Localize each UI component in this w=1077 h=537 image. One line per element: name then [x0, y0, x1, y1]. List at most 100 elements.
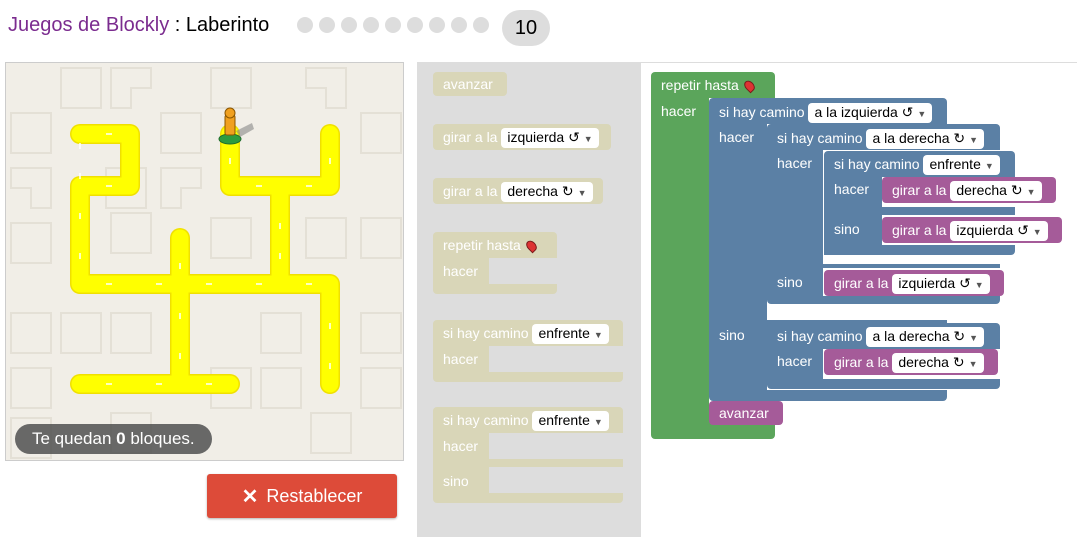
- sino-label: sino: [719, 327, 745, 343]
- path-dropdown[interactable]: enfrente ▼: [923, 155, 1000, 175]
- level-dot[interactable]: [385, 17, 401, 33]
- maze-drawing: [10, 67, 402, 459]
- dropdown-value: enfrente: [538, 325, 590, 341]
- caption-suffix: bloques.: [130, 429, 195, 448]
- toolbox-girar-derecha-block[interactable]: girar a la derecha ↻ ▼: [433, 178, 603, 204]
- block-label: si hay camino: [443, 325, 529, 341]
- dropdown-value: izquierda ↺: [507, 129, 580, 145]
- direction-dropdown[interactable]: izquierda ↺ ▼: [892, 274, 990, 294]
- dropdown-value: derecha ↻: [956, 182, 1023, 198]
- level-dot[interactable]: [407, 17, 423, 33]
- level-dot[interactable]: [319, 17, 335, 33]
- chevron-down-icon: ▼: [969, 333, 979, 343]
- hacer-label: hacer: [443, 263, 479, 279]
- chevron-down-icon: ▼: [969, 135, 979, 145]
- level-dot[interactable]: [473, 17, 489, 33]
- direction-dropdown[interactable]: derecha ↻ ▼: [892, 353, 984, 373]
- girar-label: girar a la: [834, 275, 889, 291]
- sino-label: sino: [777, 274, 803, 290]
- chevron-down-icon: ▼: [968, 359, 978, 369]
- hacer-label: hacer: [443, 438, 479, 454]
- dropdown-value: a la derecha ↻: [872, 130, 966, 146]
- level-dot[interactable]: [363, 17, 379, 33]
- girar-derecha-block[interactable]: girar a la derecha ↻ ▼: [882, 177, 1056, 203]
- hacer-label: hacer: [719, 129, 755, 145]
- chevron-down-icon: ▼: [1032, 227, 1042, 237]
- girar-derecha-block[interactable]: girar a la derecha ↻ ▼: [824, 349, 998, 375]
- level-dot[interactable]: [429, 17, 445, 33]
- level-dot[interactable]: [297, 17, 313, 33]
- remaining-blocks-caption: Te quedan 0 bloques.: [15, 424, 212, 454]
- direction-dropdown[interactable]: derecha ↻ ▼: [501, 182, 593, 202]
- dropdown-value: izquierda ↺: [956, 222, 1029, 238]
- block-label: girar a la: [443, 183, 498, 199]
- toolbox-si-block[interactable]: si hay camino enfrente ▼ hacer: [433, 320, 623, 382]
- hacer-label: hacer: [777, 353, 813, 369]
- chevron-down-icon: ▼: [583, 134, 593, 144]
- path-dropdown[interactable]: a la derecha ↻ ▼: [866, 129, 985, 149]
- reset-button[interactable]: ✕ Restablecer: [207, 474, 397, 518]
- block-label: girar a la: [443, 129, 498, 145]
- direction-dropdown[interactable]: derecha ↻ ▼: [950, 181, 1042, 201]
- page-heading: Juegos de Blockly : Laberinto: [8, 14, 269, 37]
- direction-dropdown[interactable]: izquierda ↺ ▼: [501, 128, 599, 148]
- sino-label: sino: [834, 221, 860, 237]
- hacer-label: hacer: [777, 155, 813, 171]
- toolbox-girar-izquierda-block[interactable]: girar a la izquierda ↺ ▼: [433, 124, 611, 150]
- toolbox: avanzar girar a la izquierda ↺ ▼ girar a …: [417, 62, 641, 537]
- hacer-label: hacer: [834, 181, 870, 197]
- chevron-down-icon: ▼: [593, 330, 603, 340]
- level-dots: [297, 17, 489, 33]
- dropdown-value: a la izquierda ↺: [814, 104, 914, 120]
- dropdown-value: enfrente: [538, 412, 590, 428]
- girar-label: girar a la: [892, 182, 947, 198]
- chevron-down-icon: ▼: [1026, 187, 1036, 197]
- level-dot[interactable]: [451, 17, 467, 33]
- si-label: si hay camino: [777, 130, 863, 146]
- chevron-down-icon: ▼: [577, 188, 587, 198]
- block-label: avanzar: [443, 76, 493, 92]
- hacer-label: hacer: [443, 351, 479, 367]
- dropdown-value: izquierda ↺: [898, 275, 971, 291]
- girar-label: girar a la: [892, 222, 947, 238]
- workspace: repetir hasta hacer si hay camino a la i…: [641, 63, 1077, 537]
- dropdown-value: derecha ↻: [507, 183, 574, 199]
- chevron-down-icon: ▼: [917, 109, 927, 119]
- girar-izquierda-block[interactable]: girar a la izquierda ↺ ▼: [882, 217, 1062, 243]
- caption-count: 0: [116, 429, 126, 448]
- caption-prefix: Te quedan: [32, 429, 112, 448]
- app-title-link[interactable]: Juegos de Blockly: [8, 14, 169, 36]
- toolbox-repetir-block[interactable]: repetir hasta hacer: [433, 232, 557, 294]
- toolbox-avanzar-block[interactable]: avanzar: [433, 72, 507, 96]
- direction-dropdown[interactable]: izquierda ↺ ▼: [950, 221, 1048, 241]
- page-title: Laberinto: [185, 14, 270, 36]
- avanzar-label: avanzar: [719, 405, 769, 421]
- title-separator: :: [174, 14, 181, 36]
- chevron-down-icon: ▼: [974, 280, 984, 290]
- dropdown-value: a la derecha ↻: [872, 328, 966, 344]
- si-label: si hay camino: [834, 156, 920, 172]
- hacer-label: hacer: [661, 103, 697, 119]
- level-dot[interactable]: [341, 17, 357, 33]
- girar-label: girar a la: [834, 354, 889, 370]
- avanzar-block[interactable]: avanzar: [709, 401, 783, 425]
- close-icon: ✕: [241, 485, 259, 508]
- dropdown-value: derecha ↻: [898, 354, 965, 370]
- toolbox-si-sino-block[interactable]: si hay camino enfrente ▼ hacer sino: [433, 407, 623, 503]
- path-dropdown[interactable]: a la izquierda ↺ ▼: [808, 103, 933, 123]
- girar-izquierda-block[interactable]: girar a la izquierda ↺ ▼: [824, 270, 1004, 296]
- path-dropdown[interactable]: enfrente ▼: [532, 411, 609, 431]
- path-dropdown[interactable]: a la derecha ↻ ▼: [866, 327, 985, 347]
- block-label: si hay camino: [443, 412, 529, 428]
- maze-canvas: [5, 62, 404, 461]
- current-level-badge[interactable]: 10: [502, 10, 550, 46]
- sino-label: sino: [443, 473, 469, 489]
- path-dropdown[interactable]: enfrente ▼: [532, 324, 609, 344]
- dropdown-value: enfrente: [929, 156, 981, 172]
- si-label: si hay camino: [719, 104, 805, 120]
- block-label: repetir hasta: [443, 237, 521, 253]
- repetir-label: repetir hasta: [661, 77, 739, 93]
- chevron-down-icon: ▼: [984, 161, 994, 171]
- reset-label: Restablecer: [266, 485, 363, 506]
- si-label: si hay camino: [777, 328, 863, 344]
